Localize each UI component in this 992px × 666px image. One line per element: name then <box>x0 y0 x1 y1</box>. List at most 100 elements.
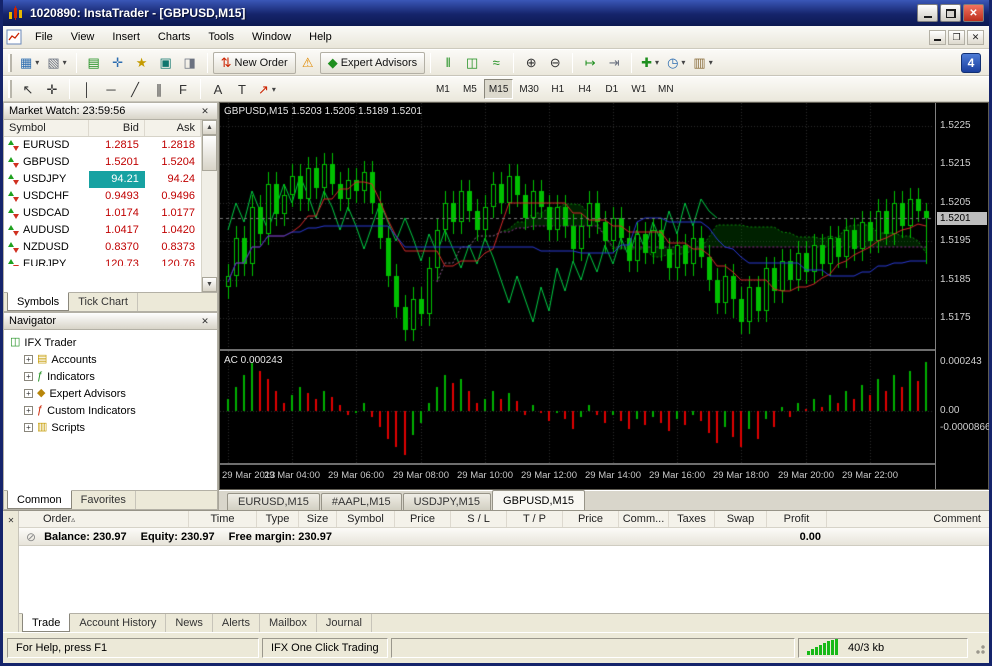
price-axis[interactable]: 1.52251.52151.52051.51951.51851.51751.52… <box>935 103 988 489</box>
candlestick-chart-button[interactable]: ◫ <box>460 52 484 74</box>
mdi-close-button[interactable]: ✕ <box>967 30 984 45</box>
expand-plus-icon[interactable]: + <box>24 355 33 364</box>
menu-charts[interactable]: Charts <box>149 28 199 46</box>
new-order-button[interactable]: ⇅New Order <box>213 52 296 74</box>
terminal-column-size[interactable]: Size <box>299 511 337 527</box>
market-watch-scrollbar[interactable]: ▲ ▼ <box>201 120 217 292</box>
terminal-tab-trade[interactable]: Trade <box>22 613 70 632</box>
market-watch-header[interactable]: Market Watch: 23:59:56 ✕ <box>3 102 218 120</box>
market-watch-row[interactable]: EURJPY120.73120.76 <box>4 256 201 266</box>
terminal-column-order[interactable]: Order ▵ <box>19 511 189 527</box>
market-watch-tab-symbols[interactable]: Symbols <box>7 292 69 311</box>
one-click-trading-cell[interactable]: IFX One Click Trading <box>262 638 388 658</box>
menu-window[interactable]: Window <box>243 28 300 46</box>
timeframe-mn[interactable]: MN <box>653 79 679 99</box>
terminal-button[interactable]: ▣ <box>154 52 178 74</box>
close-icon[interactable]: ✕ <box>5 514 17 526</box>
arrows-button[interactable]: ↗▾ <box>254 78 280 100</box>
terminal-column-comm[interactable]: Comm... <box>619 511 669 527</box>
scroll-up-icon[interactable]: ▲ <box>202 120 217 135</box>
column-header-bid[interactable]: Bid <box>89 120 145 136</box>
navigator-header[interactable]: Navigator ✕ <box>3 312 218 330</box>
minimize-button[interactable] <box>917 4 938 22</box>
strategy-tester-button[interactable]: ◨ <box>178 52 202 74</box>
line-chart-button[interactable]: ≈ <box>484 52 508 74</box>
toolbar-grip[interactable] <box>8 54 12 72</box>
column-header-symbol[interactable]: Symbol <box>4 120 89 136</box>
navigator-button[interactable]: ★ <box>130 52 154 74</box>
terminal-tab-mailbox[interactable]: Mailbox <box>260 614 317 632</box>
chart-tab-aapl-m15[interactable]: #AAPL,M15 <box>321 493 402 510</box>
price-chart-canvas[interactable] <box>220 103 934 349</box>
menu-file[interactable]: File <box>26 28 62 46</box>
terminal-column-s-l[interactable]: S / L <box>451 511 507 527</box>
zoom-out-button[interactable]: ⊖ <box>543 52 567 74</box>
timeframe-h4[interactable]: H4 <box>572 79 598 99</box>
expand-plus-icon[interactable]: + <box>24 406 33 415</box>
fibonacci-button[interactable]: F <box>171 78 195 100</box>
mdi-restore-button[interactable]: ❐ <box>948 30 965 45</box>
market-watch-row[interactable]: USDJPY94.2194.24 <box>4 171 201 188</box>
channel-button[interactable]: ∥ <box>147 78 171 100</box>
vertical-line-button[interactable]: │ <box>75 78 99 100</box>
title-bar[interactable]: 1020890: InstaTrader - [GBPUSD,M15] ✕ <box>3 0 989 26</box>
new-chart-button[interactable]: ▦▾ <box>16 52 43 74</box>
restore-button[interactable] <box>940 4 961 22</box>
resize-grip[interactable] <box>973 642 985 654</box>
terminal-column-profit[interactable]: Profit <box>767 511 827 527</box>
ac-indicator-canvas[interactable] <box>220 351 934 463</box>
terminal-tab-account-history[interactable]: Account History <box>70 614 166 632</box>
data-window-button[interactable]: ✛ <box>106 52 130 74</box>
market-watch-row[interactable]: USDCHF0.94930.9496 <box>4 188 201 205</box>
menu-tools[interactable]: Tools <box>199 28 243 46</box>
chart-tab-gbpusd-m15[interactable]: GBPUSD,M15 <box>492 490 585 510</box>
terminal-column-symbol[interactable]: Symbol <box>337 511 395 527</box>
text-button[interactable]: A <box>206 78 230 100</box>
market-watch-row[interactable]: GBPUSD1.52011.5204 <box>4 154 201 171</box>
toolbar-grip[interactable] <box>8 80 12 98</box>
navigator-tab-common[interactable]: Common <box>7 490 72 509</box>
tree-item-expert-advisors[interactable]: +◆Expert Advisors <box>4 385 217 402</box>
terminal-column-type[interactable]: Type <box>257 511 299 527</box>
tree-item-root[interactable]: ◫IFX Trader <box>4 334 217 351</box>
bar-chart-button[interactable]: ‖ <box>436 52 460 74</box>
chart-shift-button[interactable]: ⇥ <box>602 52 626 74</box>
mdi-minimize-button[interactable] <box>929 30 946 45</box>
expand-plus-icon[interactable]: + <box>24 423 33 432</box>
timeframe-d1[interactable]: D1 <box>599 79 625 99</box>
scrollbar-thumb[interactable] <box>202 135 217 171</box>
market-watch-row[interactable]: NZDUSD0.83700.8373 <box>4 239 201 256</box>
timeframe-h1[interactable]: H1 <box>545 79 571 99</box>
terminal-column-time[interactable]: Time <box>189 511 257 527</box>
expand-plus-icon[interactable]: + <box>24 389 33 398</box>
terminal-tab-alerts[interactable]: Alerts <box>213 614 260 632</box>
cursor-button[interactable]: ↖ <box>16 78 40 100</box>
trendline-button[interactable]: ╱ <box>123 78 147 100</box>
profiles-button[interactable]: ▧▾ <box>43 52 70 74</box>
close-icon[interactable]: ✕ <box>198 106 212 117</box>
chart-tab-usdjpy-m15[interactable]: USDJPY,M15 <box>403 493 491 510</box>
auto-scroll-button[interactable]: ↦ <box>578 52 602 74</box>
text-label-button[interactable]: T <box>230 78 254 100</box>
terminal-column-price[interactable]: Price <box>395 511 451 527</box>
terminal-tab-news[interactable]: News <box>166 614 213 632</box>
horizontal-line-button[interactable]: ─ <box>99 78 123 100</box>
templates-button[interactable]: ▥▾ <box>689 52 716 74</box>
tree-item-scripts[interactable]: +▥Scripts <box>4 419 217 436</box>
menu-view[interactable]: View <box>62 28 104 46</box>
important-button[interactable]: ⚠ <box>296 52 320 74</box>
market-watch-button[interactable]: ▤ <box>82 52 106 74</box>
expand-plus-icon[interactable]: + <box>24 372 33 381</box>
tree-item-indicators[interactable]: +ƒIndicators <box>4 368 217 385</box>
zoom-in-button[interactable]: ⊕ <box>519 52 543 74</box>
time-axis[interactable]: 29 Mar 201329 Mar 04:0029 Mar 06:0029 Ma… <box>220 465 935 489</box>
timeframe-m1[interactable]: M1 <box>430 79 456 99</box>
terminal-tab-journal[interactable]: Journal <box>317 614 372 632</box>
market-watch-tab-tick-chart[interactable]: Tick Chart <box>69 293 138 311</box>
timeframe-m30[interactable]: M30 <box>514 79 543 99</box>
tree-item-accounts[interactable]: +▤Accounts <box>4 351 217 368</box>
timeframe-w1[interactable]: W1 <box>626 79 652 99</box>
menu-help[interactable]: Help <box>300 28 341 46</box>
market-watch-row[interactable]: USDCAD1.01741.0177 <box>4 205 201 222</box>
navigator-tab-favorites[interactable]: Favorites <box>72 491 136 509</box>
